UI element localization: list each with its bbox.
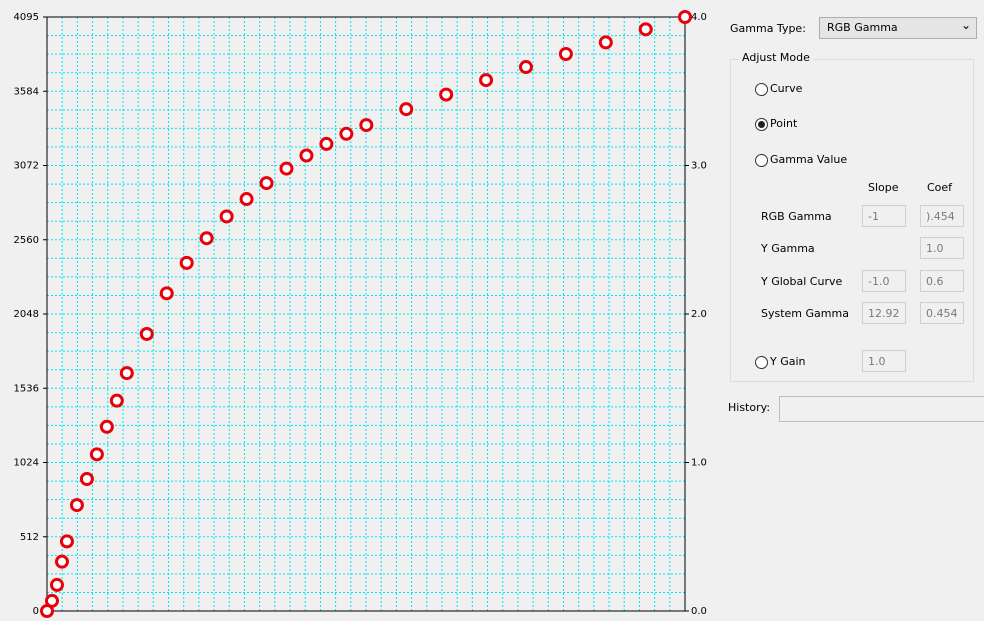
rgb-gamma-slope-field[interactable]: -1 [862,205,906,227]
gamma-point[interactable] [319,136,334,151]
gamma-point[interactable] [69,498,84,513]
gamma-type-value: RGB Gamma [827,21,898,34]
left-tick-label: 2560 [14,235,39,246]
radio-point-label[interactable]: Point [770,117,797,130]
gamma-type-select[interactable]: RGB Gamma ⌄ [819,17,977,39]
gamma-point[interactable] [339,126,354,141]
gamma-point[interactable] [139,326,154,341]
left-tick-label: 4095 [14,12,39,23]
gamma-point[interactable] [159,286,174,301]
gamma-curve-chart[interactable]: 4095 3584 3072 2560 2048 1536 1024 512 0 4.0 3.0 2… [0,0,722,621]
gamma-point[interactable] [99,419,114,434]
rgb-gamma-coef-field[interactable]: ).454 [920,205,964,227]
right-tick-label: 4.0 [691,12,707,23]
gamma-point[interactable] [359,118,374,133]
gamma-point[interactable] [638,22,653,37]
radio-gamma-value-label[interactable]: Gamma Value [770,153,847,166]
gamma-point[interactable] [179,255,194,270]
gamma-point[interactable] [239,192,254,207]
chevron-down-icon: ⌄ [960,18,971,32]
gamma-point[interactable] [44,593,59,608]
gamma-point[interactable] [59,534,74,549]
history-label: History: [728,401,771,414]
right-tick-label: 1.0 [691,458,707,469]
left-tick-label: 3072 [14,161,39,172]
gamma-point[interactable] [558,46,573,61]
left-tick-label: 0 [33,606,39,617]
gamma-point[interactable] [79,472,94,486]
left-tick-label: 2048 [14,309,39,320]
radio-curve-label[interactable]: Curve [770,82,802,95]
right-tick-label: 3.0 [691,161,707,172]
y-gamma-coef-field[interactable]: 1.0 [920,237,964,259]
left-tick-label: 3584 [14,86,39,97]
y-global-curve-label: Y Global Curve [761,275,843,288]
left-axis: 4095 3584 3072 2560 2048 1536 1024 512 0 [14,12,47,617]
adjust-mode-title: Adjust Mode [739,51,813,64]
gamma-point[interactable] [109,393,124,408]
gamma-point[interactable] [439,87,454,102]
system-gamma-label: System Gamma [761,307,849,320]
gamma-settings-panel: Gamma Type: RGB Gamma ⌄ Adjust Mode Curv… [722,0,984,621]
rgb-gamma-label: RGB Gamma [761,210,832,223]
left-tick-label: 512 [20,532,39,543]
right-tick-label: 2.0 [691,309,707,320]
gamma-point[interactable] [199,231,214,246]
gamma-point[interactable] [259,176,274,191]
chart-grid [47,17,685,611]
y-global-curve-slope-field[interactable]: -1.0 [862,270,906,292]
left-tick-label: 1024 [14,458,39,469]
slope-header: Slope [868,181,899,194]
gamma-point[interactable] [518,60,533,75]
history-field[interactable] [779,396,984,422]
radio-y-gain-label[interactable]: Y Gain [770,355,806,368]
system-gamma-slope-field[interactable]: 12.92 [862,302,906,324]
gamma-point[interactable] [49,577,64,592]
y-global-curve-coef-field[interactable]: 0.6 [920,270,964,292]
gamma-point[interactable] [678,10,692,24]
y-gamma-label: Y Gamma [761,242,815,255]
gamma-point[interactable] [598,35,613,50]
gamma-point[interactable] [479,73,494,88]
coef-header: Coef [927,181,953,194]
gamma-point[interactable] [89,447,104,462]
radio-y-gain-indicator[interactable] [755,356,768,369]
gamma-point[interactable] [299,148,314,163]
radio-gamma-value-indicator[interactable] [755,154,768,167]
left-tick-label: 1536 [14,383,39,394]
gamma-point[interactable] [119,366,134,381]
gamma-point[interactable] [54,554,69,569]
gamma-type-label: Gamma Type: [730,22,806,35]
radio-point-indicator[interactable] [755,118,768,131]
gamma-point[interactable] [399,102,414,117]
gamma-point[interactable] [219,209,234,224]
y-gain-field[interactable]: 1.0 [862,350,906,372]
right-tick-label: 0.0 [691,606,707,617]
right-axis: 4.0 3.0 2.0 1.0 0.0 [685,12,707,617]
gamma-point[interactable] [279,161,294,176]
system-gamma-coef-field[interactable]: 0.454 [920,302,964,324]
radio-curve-indicator[interactable] [755,83,768,96]
